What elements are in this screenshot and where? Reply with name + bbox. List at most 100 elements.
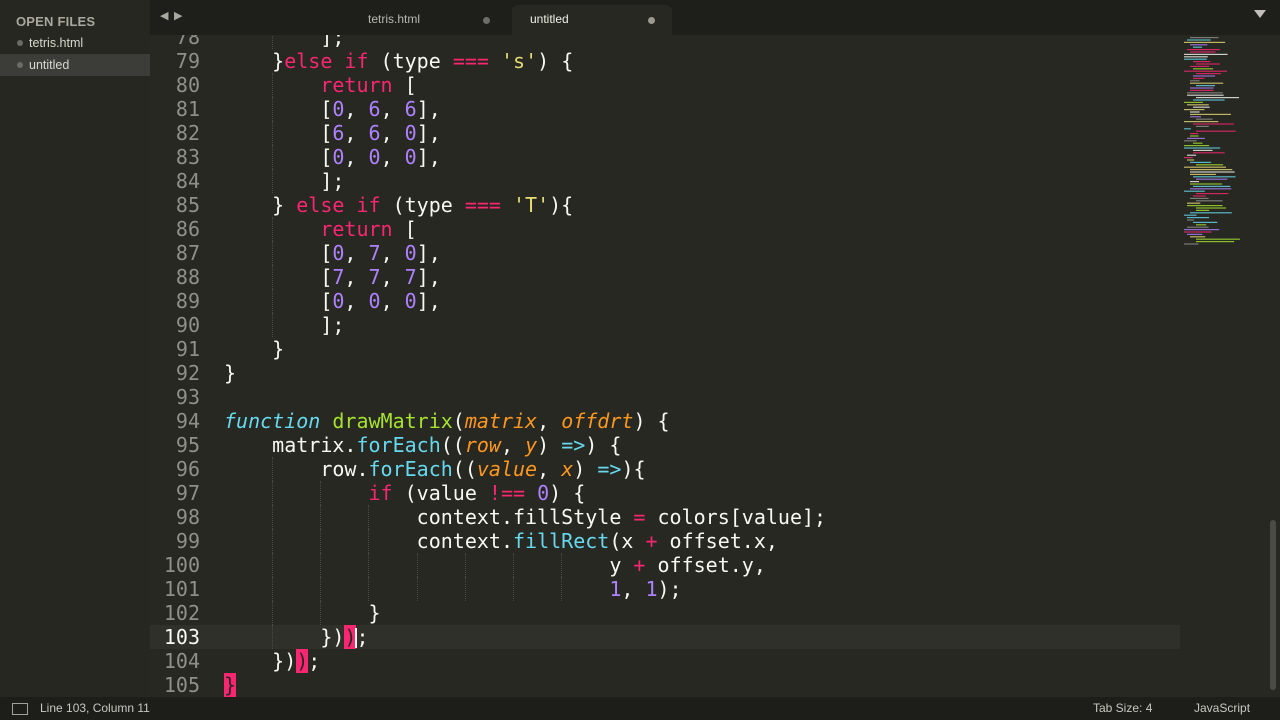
minimap-line (1184, 41, 1226, 43)
code-line[interactable]: 90 ]; (150, 313, 1180, 337)
code-token: (value (392, 481, 489, 505)
code-text: [6, 6, 0], (224, 121, 440, 145)
code-token: return (320, 73, 393, 97)
minimap-line (1196, 97, 1240, 99)
code-line[interactable]: 92} (150, 361, 1180, 385)
code-token: ) (573, 457, 598, 481)
code-token: , (537, 409, 562, 433)
minimap-line (1184, 190, 1205, 192)
minimap-line (1190, 183, 1223, 185)
minimap-line (1184, 243, 1199, 245)
code-token: ) { (537, 49, 574, 73)
line-number: 81 (175, 97, 200, 121)
code-line[interactable]: 78 ]; (150, 35, 1180, 49)
code-token: (( (440, 433, 465, 457)
code-line[interactable]: 105} (150, 673, 1180, 697)
line-number: 102 (163, 601, 200, 625)
code-line[interactable]: 84 ]; (150, 169, 1180, 193)
code-line[interactable]: 102 } (150, 601, 1180, 625)
code-line[interactable]: 104 })); (150, 649, 1180, 673)
vertical-scrollbar[interactable] (1270, 520, 1276, 690)
code-line[interactable]: 96 row.forEach((value, x) =>){ (150, 457, 1180, 481)
code-line[interactable]: 83 [0, 0, 0], (150, 145, 1180, 169)
tab-tetris-html[interactable]: tetris.html (350, 5, 510, 35)
minimap-line (1196, 224, 1207, 226)
code-token: , (344, 265, 369, 289)
code-line[interactable]: 101 1, 1); (150, 577, 1180, 601)
sidebar-file-tetris[interactable]: tetris.html (0, 32, 150, 54)
code-token: , (537, 457, 562, 481)
code-token: , (621, 577, 646, 601)
line-number: 89 (175, 289, 200, 313)
code-token: 0 (332, 289, 345, 313)
minimap-line (1190, 89, 1214, 91)
tab-right-arrow-icon[interactable]: ▶ (174, 9, 182, 22)
code-token: 0 (332, 97, 345, 121)
line-number: 92 (175, 361, 200, 385)
code-line[interactable]: 94 function drawMatrix(matrix, offdrt) { (150, 409, 1180, 433)
code-line[interactable]: 97 if (value !== 0) { (150, 481, 1180, 505)
code-token: [ (392, 217, 417, 241)
syntax-selector[interactable]: JavaScript (1194, 697, 1250, 720)
panel-toggle-icon[interactable] (12, 703, 28, 715)
open-files-heading: OPEN FILES (16, 14, 96, 29)
code-text: } (224, 361, 236, 385)
minimap-line (1193, 221, 1218, 223)
code-line[interactable]: 103 })); (150, 625, 1180, 649)
code-line[interactable]: 87 [0, 7, 0], (150, 241, 1180, 265)
tab-size-selector[interactable]: Tab Size: 4 (1093, 697, 1152, 720)
minimap-line (1187, 202, 1201, 204)
line-number: 97 (175, 481, 200, 505)
code-token: , (380, 265, 405, 289)
line-number: 91 (175, 337, 200, 361)
code-text: } (224, 601, 381, 625)
code-line[interactable]: 81 [0, 6, 6], (150, 97, 1180, 121)
code-token: ( (452, 409, 465, 433)
code-line[interactable]: 93 (150, 385, 1180, 409)
code-line[interactable]: 91 } (150, 337, 1180, 361)
minimap-line (1193, 99, 1225, 101)
tab-dropdown-icon[interactable] (1254, 10, 1266, 18)
code-token: } (224, 601, 381, 625)
minimap-line (1184, 214, 1197, 216)
code-editor[interactable]: 78 ]; 79 }else if (type === 's') {80 retu… (150, 35, 1280, 697)
tab-left-arrow-icon[interactable]: ◀ (160, 9, 168, 22)
minimap-line (1190, 236, 1206, 238)
tab-close-icon[interactable] (648, 17, 655, 24)
code-line[interactable]: 86 return [ (150, 217, 1180, 241)
code-token: } (224, 673, 237, 697)
code-line[interactable]: 80 return [ (150, 73, 1180, 97)
tab-close-icon[interactable] (483, 17, 490, 24)
tab-untitled[interactable]: untitled (512, 5, 672, 35)
code-token: ) { (585, 433, 622, 457)
minimap-line (1184, 145, 1210, 147)
code-line[interactable]: 98 context.fillStyle = colors[value]; (150, 505, 1180, 529)
minimap-line (1193, 176, 1236, 178)
code-line[interactable]: 88 [7, 7, 7], (150, 265, 1180, 289)
code-token: if (368, 481, 393, 505)
code-token: context.fillStyle (224, 505, 634, 529)
code-line[interactable]: 82 [6, 6, 0], (150, 121, 1180, 145)
line-number: 85 (175, 193, 200, 217)
minimap-line (1187, 137, 1205, 139)
code-token: , (344, 289, 369, 313)
code-line[interactable]: 79 }else if (type === 's') { (150, 49, 1180, 73)
minimap[interactable] (1180, 35, 1266, 265)
code-token: [ (224, 97, 333, 121)
code-line[interactable]: 99 context.fillRect(x + offset.x, (150, 529, 1180, 553)
code-token: (( (452, 457, 477, 481)
minimap-line (1196, 193, 1229, 195)
sidebar-file-untitled[interactable]: untitled (0, 54, 150, 76)
code-line[interactable]: 89 [0, 0, 0], (150, 289, 1180, 313)
code-line[interactable]: 100 y + offset.y, (150, 553, 1180, 577)
minimap-line (1196, 178, 1228, 180)
code-text: matrix.forEach((row, y) =>) { (224, 433, 621, 457)
sidebar-file-label: tetris.html (29, 36, 84, 50)
code-line[interactable]: 95 matrix.forEach((row, y) =>) { (150, 433, 1180, 457)
code-token: ]; (224, 313, 345, 337)
code-line[interactable]: 85 } else if (type === 'T'){ (150, 193, 1180, 217)
